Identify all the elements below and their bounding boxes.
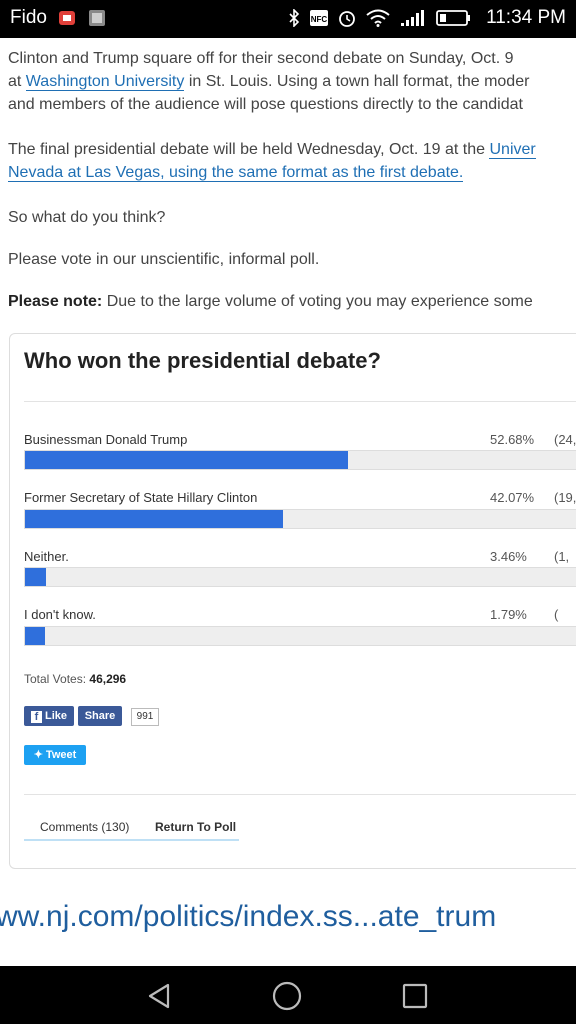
signal-icon [401,10,424,26]
poll-option-label: Businessman Donald Trump [24,432,188,447]
app-notification-icon [59,11,75,25]
poll-divider [24,401,576,402]
battery-icon [436,10,470,26]
share-label: Share [84,710,116,722]
paragraph-line: Nevada at Las Vegas, using the same form… [8,161,576,184]
poll-option-label: Neither. [24,549,69,564]
recents-icon[interactable] [402,983,428,1009]
text-span: at [8,73,26,90]
comments-tab[interactable]: Comments (130) [40,820,129,834]
text-span: in St. Louis. Using a town hall format, … [184,73,530,90]
article-paragraph-5: Please note: Due to the large volume of … [8,290,576,313]
article-content: Clinton and Trump square off for their s… [0,38,576,888]
note-label: Please note: [8,293,103,310]
poll-option-bar-fill [25,568,46,586]
poll-tabs-divider [24,794,576,795]
facebook-like-button[interactable]: f Like [24,706,74,726]
poll-option-bar-fill [25,510,283,528]
facebook-share-button[interactable]: Share [78,706,122,726]
bluetooth-icon [289,9,300,27]
svg-text:NFC: NFC [311,15,328,24]
poll-option-label: Former Secretary of State Hillary Clinto… [24,490,258,505]
poll-option-count: (19, [554,490,576,505]
article-paragraph-2: The final presidential debate will be he… [8,138,576,184]
back-icon[interactable] [146,982,174,1010]
washington-university-link[interactable]: Washington University [25,73,185,91]
poll-option-bar [24,567,576,587]
poll-option-bar [24,509,576,529]
facebook-icon: f [30,711,42,723]
poll-option-percent: 42.07% [490,490,535,505]
poll-option-count: (1, [554,549,570,564]
poll-option-percent: 52.68% [490,432,535,447]
article-paragraph-3: So what do you think? [8,209,166,226]
university-link[interactable]: Univer [489,141,536,159]
poll-option-percent: 1.79% [490,607,527,622]
clock: 11:34 PM [486,7,566,28]
paragraph-line: The final presidential debate will be he… [8,138,576,161]
return-to-poll-tab[interactable]: Return To Poll [155,820,236,834]
like-label: Like [44,710,67,722]
poll-widget: Who won the presidential debate? Busines… [9,333,576,869]
poll-option-count: (24, [554,432,576,447]
navigation-bar [0,966,576,1024]
poll-option-bar [24,450,576,470]
paragraph-line: Clinton and Trump square off for their s… [8,50,514,67]
article-paragraph-4: Please vote in our unscientific, informa… [8,251,320,268]
status-bar: Fido NFC 11:34 PM [0,0,576,38]
alarm-icon [339,11,355,27]
twitter-bird-icon: ✦ [33,749,43,761]
total-votes-label: Total Votes: [24,672,87,686]
article-paragraph-1: Clinton and Trump square off for their s… [8,47,576,116]
total-votes: Total Votes: 46,296 [24,672,126,686]
poll-title: Who won the presidential debate? [24,348,381,373]
image-notification-icon [89,10,105,26]
wifi-icon [366,9,390,27]
university-link-continued[interactable]: Nevada at Las Vegas, using the same form… [8,164,464,182]
paragraph-line: and members of the audience will pose qu… [8,96,523,113]
poll-option-count: ( [554,607,559,622]
poll-option-bar-fill [25,451,348,469]
total-votes-value: 46,296 [89,672,127,686]
tab-underline [24,839,239,841]
poll-option-percent: 3.46% [490,549,527,564]
poll-option-bar-fill [25,627,45,645]
share-count: 991 [131,708,159,726]
poll-option-label: I don't know. [24,607,96,622]
poll-option-bar [24,626,576,646]
tweet-label: Tweet [45,749,77,761]
note-text: Due to the large volume of voting you ma… [102,293,533,310]
home-icon[interactable] [272,981,302,1011]
carrier-name: Fido [10,7,47,28]
tweet-button[interactable]: ✦ Tweet [24,745,86,765]
paragraph-line: at Washington University in St. Louis. U… [8,70,576,93]
url-bar[interactable]: ww.nj.com/politics/index.ss...ate_trum [0,900,496,934]
nfc-icon: NFC [310,10,328,26]
text-span: The final presidential debate will be he… [8,141,490,158]
